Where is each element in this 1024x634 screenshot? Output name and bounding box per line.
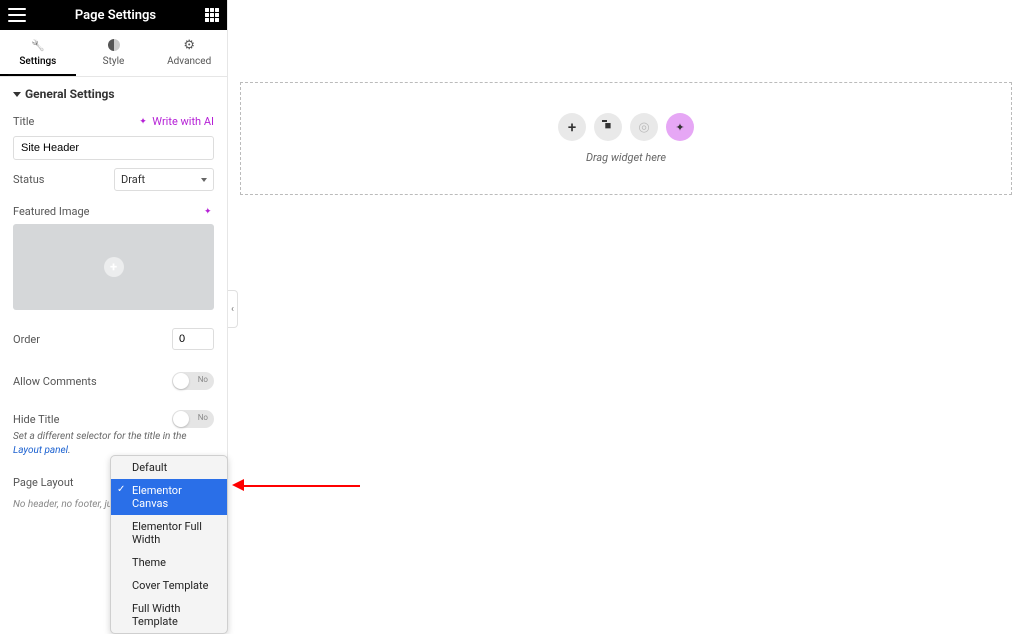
layout-option-default[interactable]: Default xyxy=(111,456,227,479)
write-with-ai-link[interactable]: Write with AI xyxy=(139,115,214,128)
layout-option-theme[interactable]: Theme xyxy=(111,551,227,574)
featured-image-label: Featured Image xyxy=(13,205,89,218)
tab-advanced[interactable]: Advanced xyxy=(151,30,227,76)
tab-label: Advanced xyxy=(167,56,211,67)
tab-settings[interactable]: Settings xyxy=(0,30,76,76)
order-row: Order xyxy=(13,310,214,358)
hide-title-row: Hide Title No xyxy=(13,398,214,430)
comments-row: Allow Comments No xyxy=(13,358,214,398)
caret-down-icon xyxy=(13,92,21,97)
widgets-grid-icon[interactable] xyxy=(205,8,219,22)
notification-dot-icon xyxy=(24,3,32,5)
chevron-down-icon xyxy=(201,178,207,182)
annotation-arrow xyxy=(232,479,360,493)
widget-drop-zone[interactable]: Drag widget here xyxy=(240,82,1012,195)
title-label: Title xyxy=(13,115,34,128)
layout-panel-link[interactable]: Layout panel xyxy=(13,445,68,456)
gear-icon xyxy=(182,38,196,52)
drop-zone-text: Drag widget here xyxy=(586,151,666,164)
layout-option-elementor-canvas[interactable]: Elementor Canvas xyxy=(111,479,227,515)
hide-title-hint: Set a different selector for the title i… xyxy=(13,430,214,458)
tab-style[interactable]: Style xyxy=(76,30,152,76)
sidebar-title: Page Settings xyxy=(75,8,156,23)
canvas-area: Drag widget here xyxy=(228,0,1024,584)
folder-button[interactable] xyxy=(594,113,622,141)
title-row: Title Write with AI xyxy=(13,107,214,136)
hide-title-toggle[interactable]: No xyxy=(172,410,214,428)
layout-option-full-width-template[interactable]: Full Width Template xyxy=(111,597,227,633)
featured-image-upload[interactable]: + xyxy=(13,224,214,310)
page-layout-dropdown: Default Elementor Canvas Elementor Full … xyxy=(110,455,228,634)
sidebar-header: Page Settings xyxy=(0,0,227,30)
title-input[interactable] xyxy=(13,136,214,160)
order-input[interactable] xyxy=(172,328,214,350)
ai-sparkle-icon[interactable] xyxy=(204,207,214,217)
status-row: Status Draft xyxy=(13,160,214,199)
hide-title-label: Hide Title xyxy=(13,413,59,426)
comments-label: Allow Comments xyxy=(13,375,97,388)
globe-button[interactable] xyxy=(630,113,658,141)
section-toggle[interactable]: General Settings xyxy=(13,87,214,107)
menu-icon[interactable] xyxy=(8,8,26,22)
sparkle-icon xyxy=(139,117,149,127)
layout-option-elementor-full-width[interactable]: Elementor Full Width xyxy=(111,515,227,551)
settings-tabs: Settings Style Advanced xyxy=(0,30,227,77)
status-select[interactable]: Draft xyxy=(114,168,214,191)
drop-zone-buttons xyxy=(558,113,694,141)
add-widget-button[interactable] xyxy=(558,113,586,141)
comments-toggle[interactable]: No xyxy=(172,372,214,390)
section-title: General Settings xyxy=(25,87,115,101)
tab-label: Settings xyxy=(19,56,56,67)
status-label: Status xyxy=(13,173,44,186)
ai-button[interactable] xyxy=(666,113,694,141)
tab-label: Style xyxy=(103,56,125,67)
featured-image-row: Featured Image xyxy=(13,199,214,224)
general-settings-section: General Settings Title Write with AI Sta… xyxy=(0,77,227,520)
plus-icon xyxy=(568,118,576,136)
page-layout-label: Page Layout xyxy=(13,476,74,489)
contrast-icon xyxy=(107,38,121,52)
layout-option-cover-template[interactable]: Cover Template xyxy=(111,574,227,597)
wrench-icon xyxy=(31,38,45,52)
plus-circle-icon: + xyxy=(104,257,124,277)
order-label: Order xyxy=(13,333,40,346)
